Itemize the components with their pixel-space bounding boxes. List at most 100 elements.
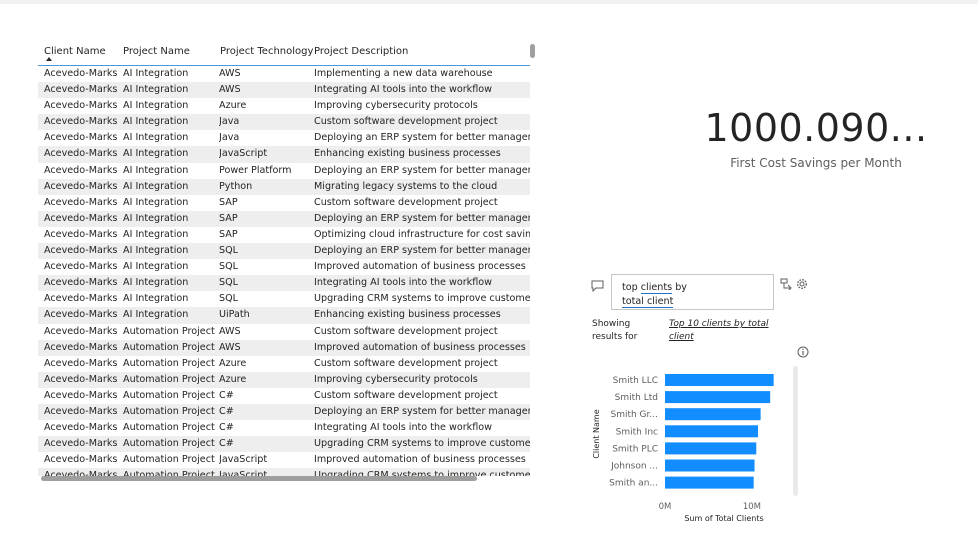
table-row[interactable]: Acevedo-Marks AI Integration Python Migrati… [38,178,530,195]
bar-johnson[interactable] [665,459,755,472]
qa-question-text[interactable]: top clients by total client [622,281,687,309]
table-row[interactable]: Acevedo-Marks Automation Project Azure Impr… [38,371,530,388]
table-cell: Automation Project [123,405,215,417]
column-header-client-name[interactable]: Client Name [44,46,106,57]
table-row[interactable]: Acevedo-Marks Automation Project JavaScrip… [38,468,530,476]
table-row[interactable]: Acevedo-Marks AI Integration Java Custom so… [38,114,530,131]
bar-chart[interactable]: Smith LLC Smith Ltd Smith Gr... Smith Inc Sm… [588,366,793,526]
table-cell: JavaScript [219,454,268,466]
top-border [0,0,978,4]
card-label: First Cost Savings per Month [730,156,902,170]
bar-smith-ltd[interactable] [665,391,771,404]
table-row[interactable]: Acevedo-Marks Automation Project AWS Custom… [38,324,530,340]
table-cell: Improved automation of business processe… [314,454,526,466]
category-label: Smith Inc [616,427,658,437]
table-row[interactable]: Acevedo-Marks AI Integration Java Deploying… [38,130,530,146]
table-row[interactable]: Acevedo-Marks AI Integration SQL Improved a… [38,259,530,275]
table-cell: Power Platform [219,164,292,176]
table-cell: Acevedo-Marks [44,454,118,466]
table-cell: Azure [219,357,247,369]
showing-results-label: Showing results for [592,319,638,342]
qa-question-input[interactable]: top clients by total client [611,274,774,310]
table-cell: Improved automation of business processe… [314,261,526,273]
table-cell: Acevedo-Marks [44,68,118,79]
table-row[interactable]: Acevedo-Marks AI Integration SAP Optimizing… [38,227,530,243]
column-header-project-description[interactable]: Project Description [314,46,408,57]
table-cell: Custom software development project [314,389,498,401]
table-cell: Enhancing existing business processes [314,309,501,321]
table-cell: Improving cybersecurity protocols [314,373,478,385]
x-tick-label: 0M [659,502,672,512]
table-cell: SQL [219,293,238,305]
category-label: Smith Gr... [610,410,658,420]
category-label: Smith Ltd [615,393,658,403]
sort-ascending-icon[interactable] [46,57,52,61]
table-cell: SQL [219,277,238,289]
table-cell: Automation Project [123,325,215,337]
table-cell: Integrating AI tools into the workflow [314,277,492,289]
table-cell: Acevedo-Marks [44,389,118,401]
table-row[interactable]: Acevedo-Marks AI Integration Azure Improvin… [38,98,530,114]
bar-smith-plc[interactable] [665,442,757,455]
bar-smith-an[interactable] [665,476,754,489]
table-cell: SAP [219,228,238,240]
table-cell: Deploying an ERP system for better manag… [314,245,530,257]
table-row[interactable]: Acevedo-Marks AI Integration Power Platfor… [38,163,530,179]
table-cell: Optimizing cloud infrastructure for cost… [314,228,530,240]
table-row[interactable]: Acevedo-Marks Automation Project C# Upgradi… [38,436,530,453]
table-cell: Improved automation of business processe… [314,341,526,353]
table-cell: C# [219,438,234,450]
table-cell: Acevedo-Marks [44,405,118,417]
settings-gear-icon[interactable] [796,278,808,290]
table-cell: AWS [219,341,241,353]
table-cell: Integrating AI tools into the workflow [314,84,492,96]
table-cell: Custom software development project [314,196,498,208]
column-header-project-name[interactable]: Project Name [123,46,190,57]
table-cell: Custom software development project [314,116,498,128]
table-row[interactable]: Acevedo-Marks AI Integration AWS Implementi… [38,66,530,82]
table-row[interactable]: Acevedo-Marks AI Integration SQL Upgrading … [38,291,530,307]
table-row[interactable]: Acevedo-Marks AI Integration SQL Integratin… [38,275,530,292]
table-cell: Automation Project [123,341,215,353]
table-row[interactable]: Acevedo-Marks Automation Project AWS Improv… [38,339,530,356]
table-cell: Upgrading CRM systems to improve custome… [314,438,530,450]
qa-speech-bubble-icon[interactable] [591,280,604,292]
qa-result-link[interactable]: Top 10 clients by total client [669,318,769,344]
table-cell: Custom software development project [314,357,498,369]
chart-scrollbar[interactable] [793,366,798,496]
table-cell: AI Integration [123,196,189,208]
table-row[interactable]: Acevedo-Marks Automation Project C# Custom … [38,388,530,404]
table-row[interactable]: Acevedo-Marks Automation Project JavaScrip… [38,452,530,468]
table-cell: Automation Project [123,373,215,385]
table-cell: Acevedo-Marks [44,309,118,321]
table-cell: AI Integration [123,68,189,79]
table-row[interactable]: Acevedo-Marks AI Integration JavaScript Enh… [38,146,530,163]
table-row[interactable]: Acevedo-Marks AI Integration SQL Deploying … [38,243,530,260]
bar-smith-llc[interactable] [665,374,774,386]
vertical-scrollbar[interactable] [530,44,535,58]
table-cell: AI Integration [123,84,189,96]
table-row[interactable]: Acevedo-Marks AI Integration SAP Deploying … [38,210,530,227]
bar-smith-gr[interactable] [665,408,761,421]
table-cell: C# [219,405,234,417]
convert-to-visual-icon[interactable] [780,278,792,290]
table-row[interactable]: Acevedo-Marks AI Integration SAP Custom sof… [38,195,530,211]
table-row[interactable]: Acevedo-Marks Automation Project Azure Cust… [38,356,530,372]
table-cell: SQL [219,245,238,257]
info-icon[interactable] [797,346,809,358]
table-row[interactable]: Acevedo-Marks Automation Project C# Deployi… [38,403,530,421]
horizontal-scrollbar[interactable] [41,476,477,481]
table-cell: Automation Project [123,422,215,434]
table-cell: Python [219,180,253,192]
table-cell: SQL [219,261,238,273]
table-visual[interactable]: Client Name Project Name Project Technol… [38,40,538,485]
bar-smith-inc[interactable] [665,425,759,438]
table-row[interactable]: Acevedo-Marks Automation Project C# Integra… [38,420,530,436]
table-row[interactable]: Acevedo-Marks AI Integration AWS Integratin… [38,82,530,99]
table-row[interactable]: Acevedo-Marks AI Integration UiPath Enhanci… [38,307,530,324]
table-cell: AI Integration [123,148,189,160]
category-label: Smith PLC [612,444,658,454]
table-cell: AWS [219,84,241,96]
column-header-project-technology[interactable]: Project Technology [220,46,313,57]
table-cell: Acevedo-Marks [44,341,118,353]
